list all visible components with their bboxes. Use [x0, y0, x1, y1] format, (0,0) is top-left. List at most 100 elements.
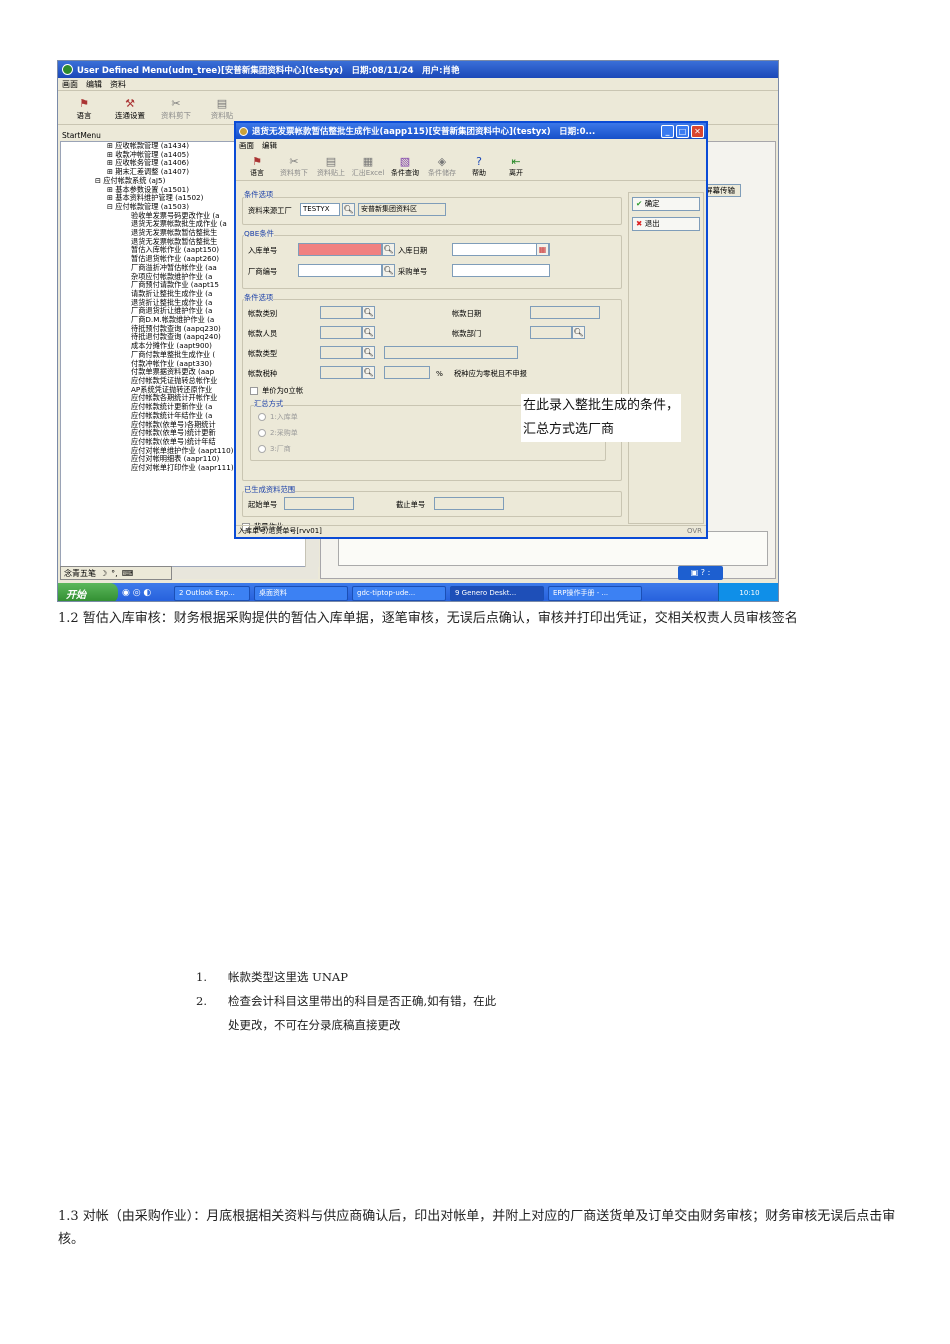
dtool-export-excel-button[interactable]: ▦ 汇出Excel	[351, 155, 385, 178]
ap-type-field[interactable]	[320, 306, 362, 319]
paste-icon: ▤	[325, 155, 337, 168]
quick-launch[interactable]: ◉ ◎ ◐	[122, 588, 170, 598]
moon-icon[interactable]: ☽	[100, 569, 107, 578]
calendar-icon[interactable]: ▦	[536, 243, 549, 256]
dialog-titlebar[interactable]: 退货无发票帐款暂估整批生成作业(aapp115)[安普新集团资料中心](test…	[236, 123, 706, 139]
dtool-save-condition-button[interactable]: ◈ 条件储存	[425, 155, 459, 178]
tray-help-icons[interactable]: ▣ ? :	[678, 566, 723, 580]
summary-receipt-radio[interactable]	[258, 413, 266, 421]
ap-type-label: 帐款类别	[248, 309, 278, 318]
po-no-input[interactable]	[452, 264, 550, 277]
scissors-icon: ✂	[171, 97, 181, 110]
summary-vendor-radio[interactable]	[258, 445, 266, 453]
ap-staff-query-icon[interactable]: 🔍︎	[362, 326, 375, 339]
ap-dept-label: 帐款部门	[452, 329, 482, 338]
taskbar-item[interactable]: 桌面资料	[254, 585, 348, 601]
tool-language-button[interactable]: ⚑ 语言	[64, 97, 104, 121]
factory-query-icon[interactable]: 🔍︎	[342, 203, 355, 216]
dialog-statusbar: 入库单号/退货单号[rvv01] OVR	[236, 525, 706, 537]
tax-kind-query-icon[interactable]: 🔍︎	[362, 366, 375, 379]
dialog-menubar: 画面 编辑	[236, 139, 706, 151]
receipt-no-input[interactable]	[298, 243, 382, 256]
close-icon[interactable]: ✕	[691, 124, 704, 138]
flag-icon: ⚑	[79, 97, 89, 110]
ime-language-bar[interactable]: 念青五笔 ☽ °, ⌨	[60, 566, 172, 580]
receipt-date-label: 入库日期	[398, 246, 428, 255]
punct-icon[interactable]: °,	[111, 569, 118, 578]
group-title: 条件选项	[244, 293, 274, 303]
start-no-label: 起始单号	[248, 500, 278, 509]
list-text: 帐款类型这里选 UNAP	[228, 970, 348, 984]
exit-button[interactable]: ✖ 退出	[632, 217, 700, 231]
embedded-screenshot: User Defined Menu(udm_tree)[安普新集团资料中心](t…	[57, 60, 779, 602]
scissors-icon: ✂	[289, 155, 299, 168]
ap-date-field[interactable]	[530, 306, 600, 319]
ap-kind-name-field	[384, 346, 518, 359]
percent-label: %	[436, 369, 443, 378]
vendor-no-label: 厂商编号	[248, 267, 278, 276]
ap-dept-query-icon[interactable]: 🔍︎	[572, 326, 585, 339]
taskbar-item[interactable]: 2 Outlook Exp...	[174, 585, 250, 601]
dtool-help-button[interactable]: ? 帮助	[462, 155, 496, 178]
tool-cut-button[interactable]: ✂ 资料剪下	[156, 97, 196, 121]
dialog-menu-edit[interactable]: 编辑	[262, 140, 277, 151]
ap-date-label: 帐款日期	[452, 309, 482, 318]
start-button[interactable]: 开始	[58, 583, 118, 601]
ap-dept-field[interactable]	[530, 326, 572, 339]
menu-view[interactable]: 画面	[62, 79, 78, 90]
section-1-2-paragraph: 1.2 暂估入库审核：财务根据采购提供的暂估入库单据，逐笔审核，无误后点确认，审…	[58, 611, 798, 626]
vendor-query-icon[interactable]: 🔍︎	[382, 264, 395, 277]
list-text: 检查会计科目这里带出的科目是否正确,如有错，在此处更改，不可在分录底稿直接更改	[228, 994, 497, 1032]
group-title: 条件选项	[244, 190, 274, 200]
save-icon: ◈	[437, 155, 447, 168]
tool-paste-button[interactable]: ▤ 资料贴	[202, 97, 242, 121]
paste-icon: ▤	[216, 97, 228, 110]
maximize-icon[interactable]: □	[676, 124, 689, 138]
system-clock[interactable]: 10:10	[718, 583, 778, 601]
start-no-field	[284, 497, 354, 510]
vendor-no-input[interactable]	[298, 264, 382, 277]
notes-list: 1. 帐款类型这里选 UNAP 2. 检查会计科目这里带出的科目是否正确,如有错…	[196, 965, 536, 1037]
tax-kind-label: 帐款税种	[248, 369, 278, 378]
menu-edit[interactable]: 编辑	[86, 79, 102, 90]
windows-taskbar: 开始 ◉ ◎ ◐ 2 Outlook Exp... 桌面资料 gdc-tipto…	[58, 583, 778, 601]
annotation-note: 在此录入整批生成的条件，汇总方式选厂商	[521, 394, 681, 442]
check-icon: ✔	[636, 199, 643, 208]
list-number: 1.	[196, 970, 207, 984]
ap-kind-query-icon[interactable]: 🔍︎	[362, 346, 375, 359]
menu-data[interactable]: 资料	[110, 79, 126, 90]
ok-button[interactable]: ✔ 确定	[632, 197, 700, 211]
dtool-paste-button[interactable]: ▤ 资料贴上	[314, 155, 348, 178]
wand-icon: ⚒	[125, 97, 135, 110]
dtool-query-button[interactable]: ▧ 条件查询	[388, 155, 422, 178]
ap-kind-label: 帐款类型	[248, 349, 278, 358]
factory-field[interactable]: TESTYX	[300, 203, 340, 216]
dialog-toolbar: ⚑ 语言 ✂ 资料剪下 ▤ 资料贴上 ▦ 汇出Excel ▧ 条件查询 ◈ 条件储存 ? 帮助…	[236, 151, 706, 181]
summary-po-radio[interactable]	[258, 429, 266, 437]
dtool-cut-button[interactable]: ✂ 资料剪下	[277, 155, 311, 178]
start-menu-label: StartMenu	[62, 131, 101, 140]
ap-type-query-icon[interactable]: 🔍︎	[362, 306, 375, 319]
list-item: 2. 检查会计科目这里带出的科目是否正确,如有错，在此处更改，不可在分录底稿直接…	[196, 989, 506, 1037]
unit-price-zero-checkbox[interactable]	[250, 387, 258, 395]
tax-kind-field[interactable]	[320, 366, 362, 379]
taskbar-item[interactable]: ERP操作手册 - ...	[548, 585, 642, 601]
summary-po-label: 2:采购单	[270, 429, 298, 437]
dialog-menu-view[interactable]: 画面	[239, 140, 254, 151]
batch-generate-dialog: 退货无发票帐款暂估整批生成作业(aapp115)[安普新集团资料中心](test…	[234, 121, 708, 539]
dtool-exit-button[interactable]: ⇤ 离开	[499, 155, 533, 178]
window-titlebar[interactable]: User Defined Menu(udm_tree)[安普新集团资料中心](t…	[58, 61, 778, 78]
list-number: 2.	[196, 994, 207, 1008]
end-no-field	[434, 497, 504, 510]
dtool-language-button[interactable]: ⚑ 语言	[240, 155, 274, 178]
window-title: User Defined Menu(udm_tree)[安普新集团资料中心](t…	[77, 65, 460, 76]
receipt-no-query-icon[interactable]: 🔍︎	[382, 243, 395, 256]
taskbar-item[interactable]: 9 Genero Deskt...	[450, 585, 544, 601]
keyboard-icon[interactable]: ⌨	[122, 569, 134, 578]
ap-staff-field[interactable]	[320, 326, 362, 339]
taskbar-item[interactable]: gdc-tiptop-ude...	[352, 585, 446, 601]
ap-kind-field[interactable]	[320, 346, 362, 359]
tool-connect-settings-button[interactable]: ⚒ 连通设置	[110, 97, 150, 121]
minimize-icon[interactable]: _	[661, 124, 674, 138]
app-icon	[62, 64, 73, 75]
